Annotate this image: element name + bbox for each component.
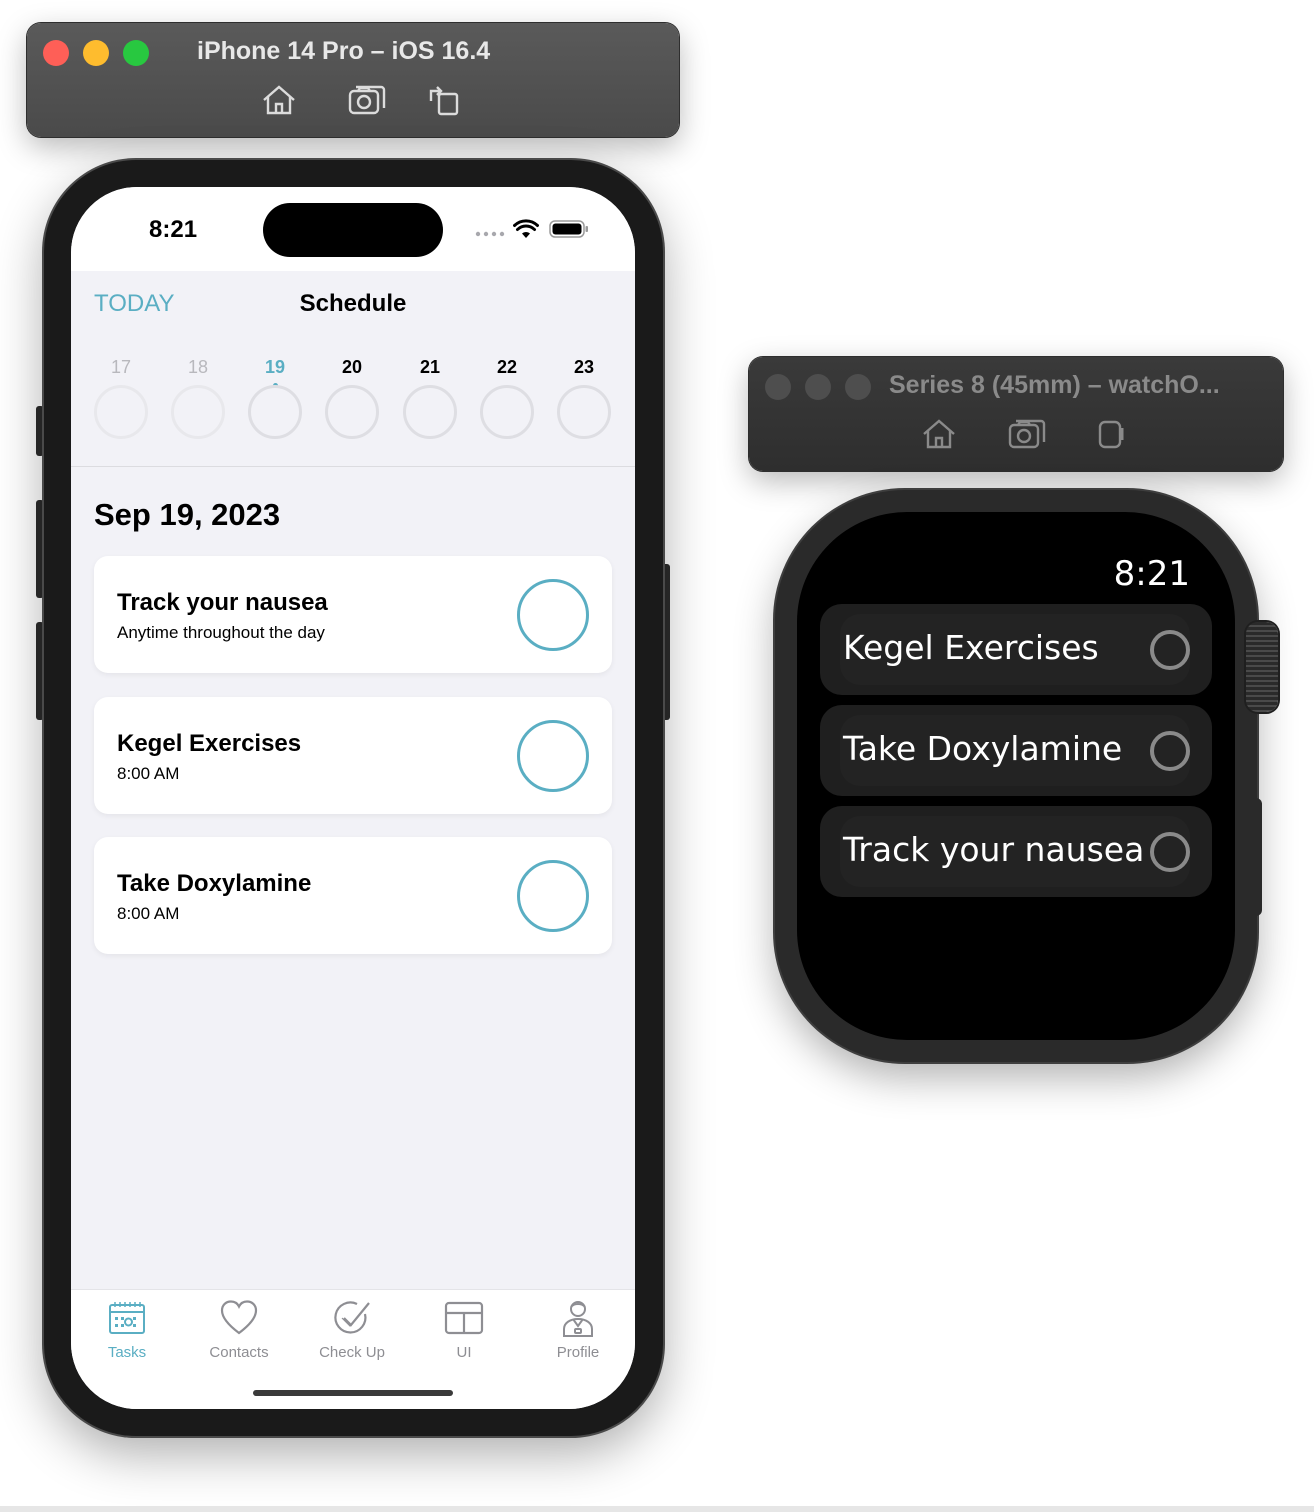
home-icon[interactable] xyxy=(919,417,959,451)
week-day-22[interactable]: 22 xyxy=(479,357,535,439)
iphone-screen: 8:21 TODAY Schedule 17 18 19 20 21 22 23… xyxy=(71,187,635,1409)
dynamic-island xyxy=(263,203,443,257)
date-heading: Sep 19, 2023 xyxy=(94,497,281,532)
day-progress-ring xyxy=(557,385,611,439)
desktop-bottom-edge xyxy=(0,1506,1314,1512)
person-icon xyxy=(563,1301,593,1337)
task-complete-button[interactable] xyxy=(517,720,589,792)
header-divider xyxy=(71,466,635,467)
week-day-21[interactable]: 21 xyxy=(402,357,458,439)
watch-task-check[interactable] xyxy=(1150,630,1190,670)
watch-task-check[interactable] xyxy=(1150,832,1190,872)
task-title: Kegel Exercises xyxy=(117,730,302,757)
close-window-button[interactable] xyxy=(43,40,69,66)
tab-label: UI xyxy=(456,1344,472,1361)
window-title: iPhone 14 Pro – iOS 16.4 xyxy=(197,37,491,65)
digital-crown[interactable] xyxy=(1246,622,1278,712)
minimize-window-button[interactable] xyxy=(83,40,109,66)
watch-screen: 8:21 Kegel Exercises Take Doxylamine Tra… xyxy=(797,512,1235,1040)
status-bar: 8:21 xyxy=(71,187,635,271)
zoom-window-button[interactable] xyxy=(123,40,149,66)
watch-task-row[interactable]: Kegel Exercises xyxy=(820,604,1212,695)
side-button-icon[interactable] xyxy=(1091,417,1131,451)
task-subtitle: Anytime throughout the day xyxy=(117,623,325,642)
tab-ui[interactable]: UI xyxy=(408,1298,520,1361)
watch-simulator-titlebar: Series 8 (45mm) – watchO... xyxy=(749,357,1283,471)
day-number: 17 xyxy=(110,357,132,377)
day-progress-ring xyxy=(403,385,457,439)
tab-contacts[interactable]: Contacts xyxy=(183,1298,295,1361)
tab-label: Profile xyxy=(556,1344,600,1361)
day-number: 21 xyxy=(419,357,441,377)
rotate-icon[interactable] xyxy=(425,83,465,117)
task-subtitle: 8:00 AM xyxy=(117,904,180,923)
week-day-20[interactable]: 20 xyxy=(324,357,380,439)
task-card-track-nausea: Track your nausea Anytime throughout the… xyxy=(94,556,612,673)
power-button xyxy=(662,564,670,720)
heart-icon xyxy=(220,1300,258,1335)
task-title: Track your nausea xyxy=(117,589,328,616)
task-card-take-doxylamine: Take Doxylamine 8:00 AM xyxy=(94,837,612,954)
screenshot-icon[interactable] xyxy=(1007,417,1047,451)
signal-dots-icon xyxy=(475,231,505,237)
wifi-icon xyxy=(513,219,539,238)
home-icon[interactable] xyxy=(259,83,299,117)
volume-up-button xyxy=(36,500,44,598)
week-day-19[interactable]: 19 xyxy=(247,357,303,439)
task-subtitle: 8:00 AM xyxy=(117,764,180,783)
tab-label: Contacts xyxy=(209,1344,269,1361)
checkmark-seal-icon xyxy=(334,1301,370,1334)
task-complete-button[interactable] xyxy=(517,579,589,651)
week-day-18[interactable]: 18 xyxy=(170,357,226,439)
tab-check-up[interactable]: Check Up xyxy=(296,1298,408,1361)
watch-task-check[interactable] xyxy=(1150,731,1190,771)
tab-tasks[interactable]: Tasks xyxy=(71,1298,183,1361)
tab-label: Check Up xyxy=(319,1344,385,1361)
volume-down-button xyxy=(36,622,44,720)
day-progress-ring xyxy=(325,385,379,439)
task-card-kegel-exercises: Kegel Exercises 8:00 AM xyxy=(94,697,612,814)
day-progress-ring xyxy=(480,385,534,439)
page-title: Schedule xyxy=(299,290,407,317)
watch-task-row[interactable]: Take Doxylamine xyxy=(820,705,1212,796)
day-number: 22 xyxy=(496,357,518,377)
week-day-17[interactable]: 17 xyxy=(93,357,149,439)
tab-profile[interactable]: Profile xyxy=(522,1298,634,1361)
tab-label: Tasks xyxy=(107,1344,147,1361)
day-progress-ring xyxy=(171,385,225,439)
watch-task-label: Take Doxylamine xyxy=(843,729,1123,768)
day-number: 23 xyxy=(573,357,595,377)
window-title: Series 8 (45mm) – watchO... xyxy=(889,371,1220,399)
screenshot-icon[interactable] xyxy=(347,83,387,117)
layout-icon xyxy=(444,1301,484,1335)
day-progress-ring xyxy=(248,385,302,439)
watch-task-row[interactable]: Track your nausea xyxy=(820,806,1212,897)
zoom-window-button[interactable] xyxy=(845,374,871,400)
home-indicator[interactable] xyxy=(253,1390,453,1396)
week-day-23[interactable]: 23 xyxy=(556,357,612,439)
day-progress-ring xyxy=(94,385,148,439)
calendar-icon xyxy=(109,1302,145,1334)
battery-icon xyxy=(549,220,588,238)
watch-side-button[interactable] xyxy=(1250,798,1262,916)
task-complete-button[interactable] xyxy=(517,860,589,932)
watch-task-label: Kegel Exercises xyxy=(843,628,1099,667)
day-number: 20 xyxy=(341,357,363,377)
silent-switch xyxy=(36,406,44,456)
day-number: 18 xyxy=(187,357,209,377)
minimize-window-button[interactable] xyxy=(805,374,831,400)
task-title: Take Doxylamine xyxy=(117,870,312,897)
day-number: 19 xyxy=(264,357,286,377)
status-time: 8:21 xyxy=(149,216,198,243)
watch-task-label: Track your nausea xyxy=(843,830,1145,869)
close-window-button[interactable] xyxy=(765,374,791,400)
iphone-simulator-titlebar: iPhone 14 Pro – iOS 16.4 xyxy=(27,23,679,137)
watch-time: 8:21 xyxy=(1113,554,1190,594)
